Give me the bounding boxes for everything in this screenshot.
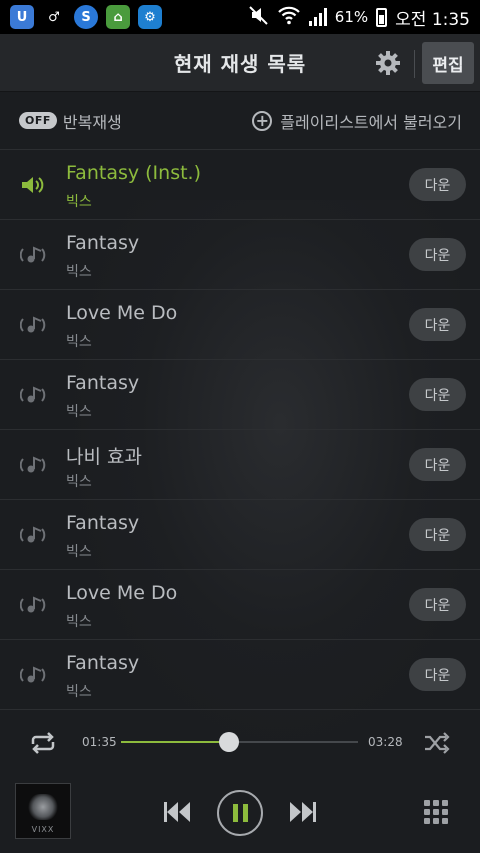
signal-icon bbox=[308, 8, 327, 26]
status-bar: U ♂ S ⌂ ⚙ 61% 오전 1:35 bbox=[0, 0, 480, 34]
download-button[interactable]: 다운 bbox=[409, 168, 466, 201]
song-title: Fantasy bbox=[66, 652, 140, 674]
music-note-icon bbox=[19, 523, 46, 547]
player-controls: VIXX bbox=[0, 774, 480, 853]
download-button[interactable]: 다운 bbox=[409, 308, 466, 341]
song-title: 나비 효과 bbox=[66, 446, 142, 468]
total-time: 03:28 bbox=[368, 735, 403, 749]
plus-circle-icon: + bbox=[252, 110, 273, 131]
pause-icon-bar-right bbox=[242, 804, 248, 822]
wifi-icon bbox=[277, 5, 301, 30]
album-art-text: VIXX bbox=[31, 825, 55, 834]
app-notification-icon: U bbox=[10, 5, 34, 29]
song-title: Fantasy (Inst.) bbox=[66, 162, 202, 184]
music-note-icon bbox=[19, 663, 46, 687]
list-item[interactable]: Fantasy (Inst.) 빅스 다운 bbox=[0, 150, 480, 220]
list-item[interactable]: Fantasy 빅스 다운 bbox=[0, 220, 480, 290]
load-playlist-label: 플레이리스트에서 불러오기 bbox=[280, 112, 462, 132]
download-button[interactable]: 다운 bbox=[409, 518, 466, 551]
music-note-icon bbox=[19, 453, 46, 477]
song-artist: 빅스 bbox=[66, 404, 92, 420]
song-artist: 빅스 bbox=[66, 334, 92, 350]
settings-notification-icon: ⚙ bbox=[138, 5, 162, 29]
song-title: Love Me Do bbox=[66, 582, 178, 604]
song-artist: 빅스 bbox=[66, 684, 92, 700]
list-item[interactable]: Fantasy 빅스 다운 bbox=[0, 360, 480, 430]
playlist: Fantasy (Inst.) 빅스 다운 Fantasy 빅스 다운 Love… bbox=[0, 150, 480, 710]
seek-bar-thumb[interactable] bbox=[219, 732, 240, 752]
next-track-button[interactable] bbox=[288, 800, 318, 824]
download-button[interactable]: 다운 bbox=[409, 658, 466, 691]
song-artist: 빅스 bbox=[66, 474, 92, 490]
seek-bar-fill bbox=[121, 741, 230, 743]
music-note-icon bbox=[19, 383, 46, 407]
download-button[interactable]: 다운 bbox=[409, 378, 466, 411]
song-title: Love Me Do bbox=[66, 302, 178, 324]
edit-button[interactable]: 편집 bbox=[422, 42, 474, 84]
load-playlist-button[interactable]: + 플레이리스트에서 불러오기 bbox=[252, 109, 462, 133]
home-app-notification-icon: ⌂ bbox=[106, 5, 130, 29]
music-note-icon bbox=[19, 243, 46, 267]
grid-menu-icon[interactable] bbox=[424, 800, 448, 824]
clock: 오전 1:35 bbox=[395, 9, 470, 30]
repeat-label: 반복재생 bbox=[62, 112, 122, 132]
album-art-graphic bbox=[28, 794, 58, 820]
list-item[interactable]: Love Me Do 빅스 다운 bbox=[0, 290, 480, 360]
s-app-notification-icon: S bbox=[74, 5, 98, 29]
song-artist: 빅스 bbox=[66, 194, 92, 210]
song-artist: 빅스 bbox=[66, 264, 92, 280]
list-item[interactable]: Fantasy 빅스 다운 bbox=[0, 500, 480, 570]
shuffle-icon[interactable] bbox=[424, 732, 452, 754]
mute-icon bbox=[249, 5, 269, 30]
speaker-icon bbox=[20, 173, 46, 197]
list-item[interactable]: Fantasy 빅스 다운 bbox=[0, 640, 480, 710]
pause-icon-bar-left bbox=[232, 804, 238, 822]
current-time: 01:35 bbox=[82, 735, 117, 749]
battery-percent: 61% bbox=[334, 8, 369, 26]
previous-track-button[interactable] bbox=[162, 800, 192, 824]
song-title: Fantasy bbox=[66, 372, 140, 394]
gender-notification-icon: ♂ bbox=[48, 9, 60, 25]
repeat-toggle[interactable]: OFF 반복재생 bbox=[19, 109, 122, 133]
header: 현재 재생 목록 편집 bbox=[0, 34, 480, 92]
song-artist: 빅스 bbox=[66, 544, 92, 560]
options-row: OFF 반복재생 + 플레이리스트에서 불러오기 bbox=[0, 92, 480, 150]
page-title: 현재 재생 목록 bbox=[173, 52, 307, 76]
progress-area: 01:35 03:28 bbox=[0, 710, 480, 774]
music-note-icon bbox=[19, 313, 46, 337]
album-art-thumbnail[interactable]: VIXX bbox=[15, 783, 71, 839]
gear-icon[interactable] bbox=[374, 50, 402, 78]
download-button[interactable]: 다운 bbox=[409, 238, 466, 271]
download-button[interactable]: 다운 bbox=[409, 588, 466, 621]
battery-icon bbox=[376, 7, 388, 27]
repeat-off-badge[interactable]: OFF bbox=[19, 112, 57, 129]
repeat-icon[interactable] bbox=[28, 732, 58, 754]
song-title: Fantasy bbox=[66, 512, 140, 534]
list-item[interactable]: 나비 효과 빅스 다운 bbox=[0, 430, 480, 500]
song-artist: 빅스 bbox=[66, 614, 92, 630]
pause-button[interactable] bbox=[217, 790, 263, 836]
header-divider bbox=[414, 50, 415, 78]
seek-bar[interactable] bbox=[121, 732, 358, 752]
music-note-icon bbox=[19, 593, 46, 617]
song-title: Fantasy bbox=[66, 232, 140, 254]
download-button[interactable]: 다운 bbox=[409, 448, 466, 481]
list-item[interactable]: Love Me Do 빅스 다운 bbox=[0, 570, 480, 640]
